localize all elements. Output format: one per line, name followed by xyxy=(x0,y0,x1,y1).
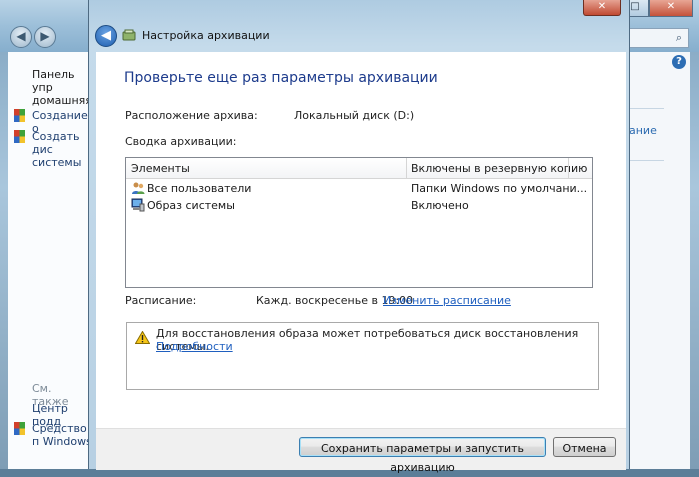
info-box: Для восстановления образа может потребов… xyxy=(126,322,599,390)
divider xyxy=(628,160,664,161)
backup-summary-list[interactable]: Элементы Включены в резервную копию Все … xyxy=(125,157,593,288)
shield-icon xyxy=(14,130,25,143)
list-header: Элементы Включены в резервную копию xyxy=(126,158,592,179)
list-item[interactable]: Все пользователи Папки Windows по умолча… xyxy=(126,180,592,197)
column-header-items[interactable]: Элементы xyxy=(131,162,190,175)
divider xyxy=(628,108,664,109)
column-header-included[interactable]: Включены в резервную копию xyxy=(411,162,587,175)
sidebar-item-create-disc[interactable]: Создать дис системы xyxy=(32,130,92,169)
location-label: Расположение архива: xyxy=(125,109,258,122)
list-item-name: Образ системы xyxy=(147,199,235,212)
shield-icon xyxy=(14,422,25,435)
dialog-title: Настройка архивации xyxy=(142,29,270,42)
backup-icon xyxy=(122,29,136,41)
back-arrow-icon[interactable]: ◀ xyxy=(10,26,32,48)
column-divider[interactable] xyxy=(568,158,569,178)
search-icon[interactable]: ⌕ xyxy=(676,31,682,45)
computer-icon xyxy=(131,198,145,212)
summary-label: Сводка архивации: xyxy=(125,135,237,148)
cancel-button[interactable]: Отмена xyxy=(553,437,616,457)
shield-icon xyxy=(14,109,25,122)
users-icon xyxy=(132,182,145,194)
sidebar-item-home[interactable]: Панель упр домашняя xyxy=(32,68,92,107)
control-panel-sidebar: Панель упр домашняя Создание о Создать д… xyxy=(8,52,92,469)
save-and-run-button[interactable]: Сохранить параметры и запустить архиваци… xyxy=(299,437,546,474)
dialog-close-button[interactable]: ✕ xyxy=(583,0,621,16)
location-value: Локальный диск (D:) xyxy=(294,109,415,122)
list-item[interactable]: Образ системы Включено xyxy=(126,197,592,214)
control-panel-content xyxy=(628,52,690,469)
nav-buttons: ◀ ▶ xyxy=(10,26,56,48)
change-schedule-link[interactable]: Изменить расписание xyxy=(383,294,511,307)
forward-arrow-icon[interactable]: ▶ xyxy=(34,26,56,48)
list-item-name: Все пользователи xyxy=(147,182,252,195)
warning-icon xyxy=(135,331,150,344)
close-button[interactable]: ✕ xyxy=(649,0,693,17)
back-arrow-icon[interactable]: ◀ xyxy=(95,25,117,47)
sidebar-item-tools[interactable]: Средство п Windows xyxy=(32,422,92,448)
column-divider[interactable] xyxy=(406,158,407,178)
page-title: Проверьте еще раз параметры архивации xyxy=(124,70,438,86)
details-link[interactable]: Подробности xyxy=(156,340,233,353)
list-item-value: Папки Windows по умолчани... xyxy=(411,182,588,195)
list-item-value: Включено xyxy=(411,199,469,212)
content-link[interactable]: ание xyxy=(629,124,657,137)
help-icon[interactable]: ? xyxy=(672,55,686,69)
schedule-label: Расписание: xyxy=(125,294,197,307)
